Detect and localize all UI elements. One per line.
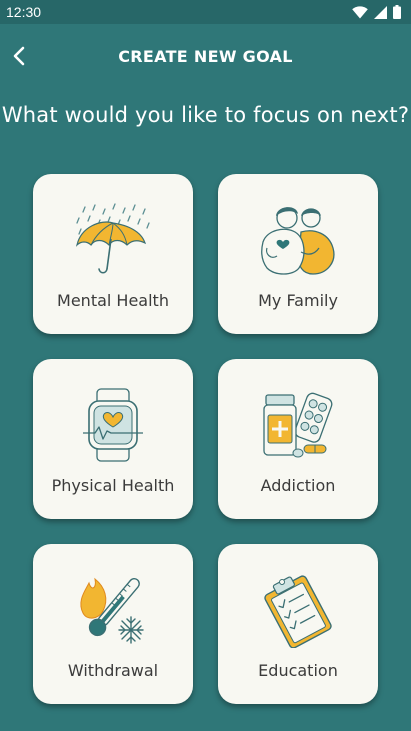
goal-card-label: Education bbox=[258, 661, 338, 680]
goal-card-withdrawal[interactable]: Withdrawal bbox=[33, 544, 193, 704]
focus-question: What would you like to focus on next? bbox=[1, 103, 410, 127]
goal-card-label: My Family bbox=[258, 291, 338, 310]
top-app-bar: CREATE NEW GOAL bbox=[0, 24, 411, 88]
status-bar: 12:30 bbox=[0, 0, 411, 24]
goal-card-label: Withdrawal bbox=[67, 661, 159, 680]
clipboard-checklist-icon bbox=[264, 575, 332, 648]
thermometer-fire-snow-icon bbox=[80, 577, 144, 644]
goal-card-label: Mental Health bbox=[57, 291, 169, 310]
status-time: 12:30 bbox=[6, 4, 42, 20]
battery-icon bbox=[393, 5, 401, 19]
pills-bottle-icon bbox=[263, 392, 333, 458]
goal-grid: Mental Health My Family Physical Health … bbox=[33, 174, 378, 704]
signal-icon bbox=[374, 5, 387, 19]
goal-card-mental-health[interactable]: Mental Health bbox=[33, 174, 193, 334]
goal-card-education[interactable]: Education bbox=[218, 544, 378, 704]
family-hug-icon bbox=[261, 207, 335, 275]
goal-card-physical-health[interactable]: Physical Health bbox=[33, 359, 193, 519]
screen-title: CREATE NEW GOAL bbox=[118, 47, 293, 66]
status-icons bbox=[352, 5, 401, 19]
umbrella-rain-icon bbox=[75, 203, 150, 274]
goal-card-label: Physical Health bbox=[51, 476, 175, 495]
goal-card-addiction[interactable]: Addiction bbox=[218, 359, 378, 519]
smartwatch-heart-icon bbox=[83, 388, 143, 462]
goal-card-my-family[interactable]: My Family bbox=[218, 174, 378, 334]
wifi-icon bbox=[352, 5, 368, 18]
goal-card-label: Addiction bbox=[260, 476, 336, 495]
